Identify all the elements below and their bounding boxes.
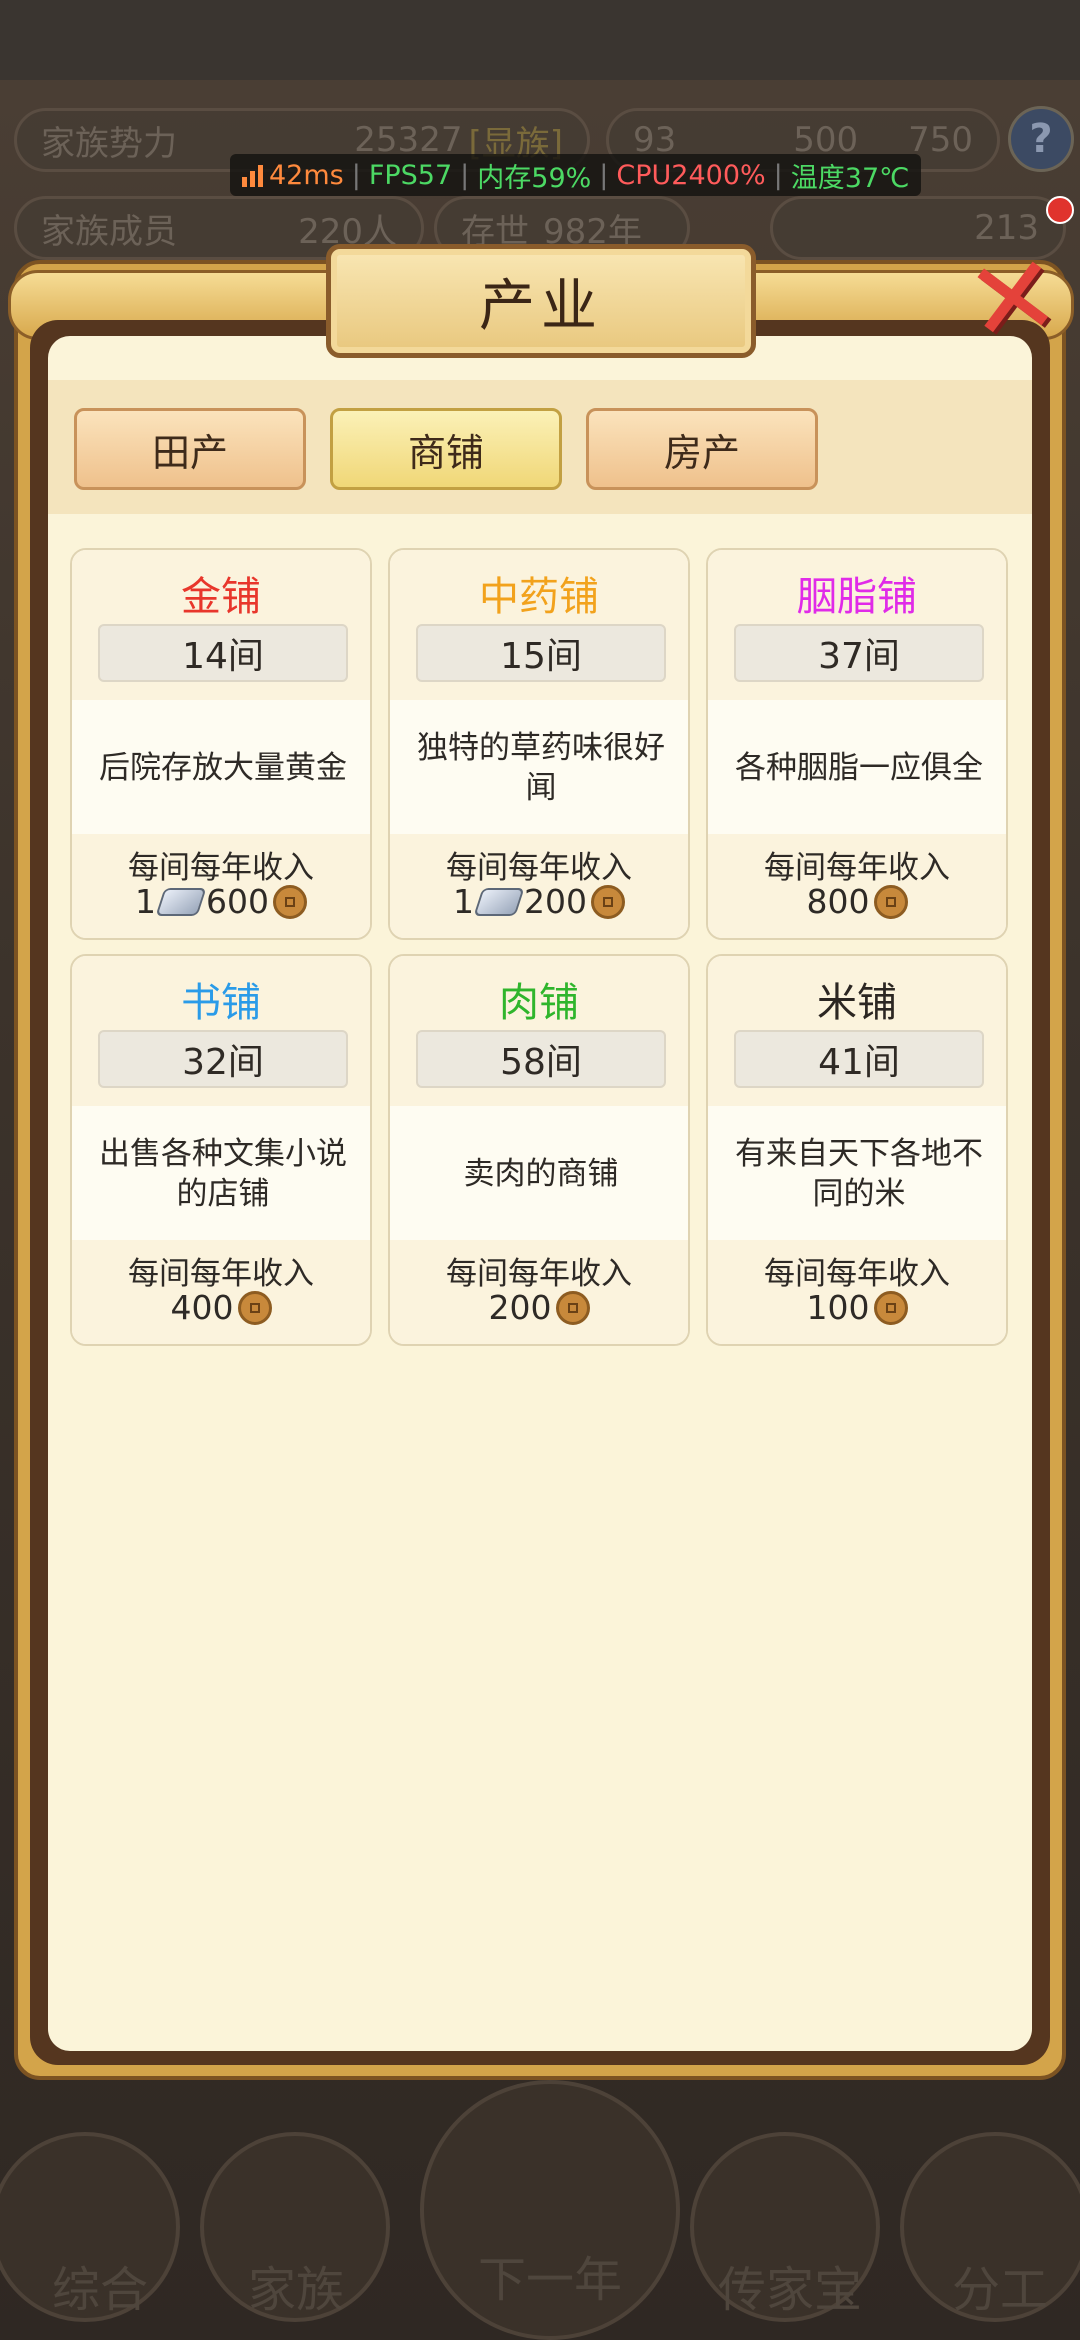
shop-count: 58间 (416, 1030, 666, 1088)
copper-coin-icon (873, 1290, 908, 1325)
shop-card-herbal[interactable]: 中药铺 15间 独特的草药味很好闻 每间每年收入 1 200 (388, 548, 690, 940)
family-members-label: 家族成员 (41, 211, 177, 252)
performance-overlay: 42ms | FPS57 | 内存59% | CPU2400% | 温度37℃ (230, 154, 922, 196)
family-power-label: 家族势力 (41, 123, 177, 164)
shop-count: 32间 (98, 1030, 348, 1088)
shop-count: 37间 (734, 624, 984, 682)
shop-description: 后院存放大量黄金 (99, 750, 347, 786)
memory-value: 内存59% (477, 162, 592, 194)
fps-value: FPS57 (368, 159, 453, 191)
income-coins: 100 (806, 1288, 870, 1327)
income-value: 400 (72, 1288, 370, 1327)
income-coins: 200 (524, 882, 587, 921)
shop-description: 各种胭脂一应俱全 (735, 750, 983, 786)
income-label: 每间每年收入 (764, 1256, 950, 1292)
shop-count: 41间 (734, 1030, 984, 1088)
shop-name: 金铺 (181, 574, 261, 620)
income-coins: 400 (170, 1288, 234, 1327)
income-coins: 200 (488, 1288, 552, 1327)
shop-name: 米铺 (817, 980, 897, 1026)
nav-division[interactable]: 分工 (900, 2250, 1080, 2320)
nav-general[interactable]: 综合 (0, 2250, 200, 2320)
income-silver: 1 (135, 882, 156, 921)
income-value: 100 (708, 1288, 1006, 1327)
silver-ingot-icon (473, 887, 525, 916)
signal-icon (242, 163, 263, 187)
shop-card-meat[interactable]: 肉铺 58间 卖肉的商铺 每间每年收入 200 (388, 954, 690, 1346)
shop-name: 书铺 (181, 980, 261, 1026)
income-coins: 600 (206, 882, 269, 921)
income-value: 200 (390, 1288, 688, 1327)
shop-count: 14间 (98, 624, 348, 682)
silver-ingot-icon (155, 887, 207, 916)
shop-card-book[interactable]: 书铺 32间 出售各种文集小说的店铺 每间每年收入 400 (70, 954, 372, 1346)
shop-count: 15间 (416, 624, 666, 682)
shop-card-rouge[interactable]: 胭脂铺 37间 各种胭脂一应俱全 每间每年收入 800 (706, 548, 1008, 940)
close-x-icon: ✕ (958, 229, 1068, 369)
shop-description: 出售各种文集小说的店铺 (99, 1136, 347, 1212)
income-label: 每间每年收入 (128, 1256, 314, 1292)
nav-next-year[interactable]: 下一年 (440, 2240, 660, 2310)
shop-description: 卖肉的商铺 (463, 1156, 619, 1192)
copper-coin-icon (555, 1290, 590, 1325)
copper-coin-icon (237, 1290, 272, 1325)
income-value: 1 200 (390, 882, 688, 921)
copper-coin-icon (873, 884, 908, 919)
income-value: 800 (708, 882, 1006, 921)
shop-name: 胭脂铺 (797, 574, 917, 620)
income-value: 1 600 (72, 882, 370, 921)
income-coins: 800 (806, 882, 870, 921)
shop-description: 有来自天下各地不同的米 (735, 1136, 983, 1212)
close-button[interactable]: ✕ (958, 229, 1068, 369)
notification-dot (1046, 196, 1074, 224)
income-label: 每间每年收入 (764, 850, 950, 886)
nav-family[interactable]: 家族 (196, 2250, 396, 2320)
shop-name: 中药铺 (479, 574, 599, 620)
tab-shops[interactable]: 商铺 (330, 408, 562, 490)
modal-title: 产业 (326, 244, 756, 358)
nav-heirloom[interactable]: 传家宝 (690, 2250, 890, 2320)
income-label: 每间每年收入 (128, 850, 314, 886)
status-bar-area (0, 0, 1080, 80)
shop-name: 肉铺 (499, 980, 579, 1026)
shop-card-rice[interactable]: 米铺 41间 有来自天下各地不同的米 每间每年收入 100 (706, 954, 1008, 1346)
help-button[interactable]: ? (1008, 106, 1074, 172)
shop-card-gold[interactable]: 金铺 14间 后院存放大量黄金 每间每年收入 1 600 (70, 548, 372, 940)
income-label: 每间每年收入 (446, 1256, 632, 1292)
shop-description: 独特的草药味很好闻 (417, 730, 665, 806)
copper-coin-icon (273, 884, 307, 919)
tab-property[interactable]: 房产 (586, 408, 818, 490)
temperature-value: 温度37℃ (790, 162, 910, 194)
copper-coin-icon (591, 884, 625, 919)
tab-farmland[interactable]: 田产 (74, 408, 306, 490)
cpu-value: CPU2400% (616, 159, 766, 191)
income-silver: 1 (453, 882, 474, 921)
ping-value: 42ms (269, 159, 344, 191)
income-label: 每间每年收入 (446, 850, 632, 886)
